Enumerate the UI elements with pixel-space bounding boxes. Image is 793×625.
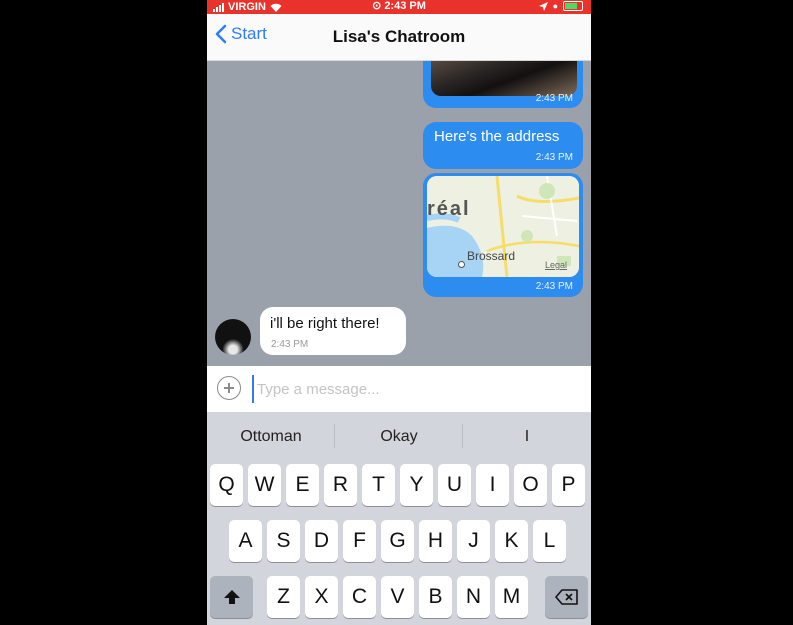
- backspace-icon: [554, 589, 578, 605]
- chat-title: Lisa's Chatroom: [332, 27, 466, 46]
- key-w[interactable]: W: [248, 464, 281, 506]
- key-c[interactable]: C: [343, 576, 376, 618]
- suggestion-2[interactable]: Okay: [335, 428, 463, 446]
- key-x[interactable]: X: [305, 576, 338, 618]
- key-d[interactable]: D: [305, 520, 338, 562]
- phone-screen: VIRGIN ⊙ 2:43 PM ● Start Lisa's Chatroom…: [207, 0, 591, 625]
- map-thumbnail[interactable]: réal Brossard Legal: [427, 176, 579, 277]
- suggestion-bar: Ottoman Okay I: [207, 412, 591, 460]
- key-k[interactable]: K: [495, 520, 528, 562]
- message-time: 2:43 PM: [535, 281, 573, 292]
- map-city-label: Brossard: [467, 249, 516, 263]
- key-y[interactable]: Y: [400, 464, 433, 506]
- map-place-label: réal: [427, 198, 471, 220]
- message-text: i'll be right there!: [270, 315, 380, 332]
- backspace-key[interactable]: [545, 576, 588, 618]
- battery-icon: [563, 1, 583, 11]
- key-l[interactable]: L: [533, 520, 566, 562]
- suggestion-1[interactable]: Ottoman: [207, 428, 335, 446]
- key-q[interactable]: Q: [210, 464, 243, 506]
- key-h[interactable]: H: [419, 520, 452, 562]
- key-o[interactable]: O: [514, 464, 547, 506]
- alarm-icon: ⊙: [372, 0, 382, 12]
- message-time: 2:43 PM: [535, 93, 573, 104]
- status-bar: VIRGIN ⊙ 2:43 PM ●: [207, 0, 591, 14]
- message-input[interactable]: [252, 375, 579, 403]
- suggestion-3[interactable]: I: [463, 428, 591, 446]
- message-list[interactable]: 2:43 PM Here's the address 2:43 PM réal …: [207, 61, 591, 366]
- shift-icon: [223, 590, 240, 604]
- status-time: ⊙ 2:43 PM: [207, 0, 591, 13]
- message-text: Here's the address: [434, 128, 560, 145]
- rotation-lock-icon: ●: [552, 1, 558, 11]
- add-attachment-button[interactable]: [217, 376, 241, 400]
- key-z[interactable]: Z: [267, 576, 300, 618]
- location-icon: [538, 1, 548, 11]
- map-message[interactable]: réal Brossard Legal 2:43 PM: [423, 173, 583, 297]
- incoming-message[interactable]: i'll be right there! 2:43 PM: [260, 307, 406, 355]
- message-time: 2:43 PM: [535, 152, 573, 163]
- message-composer: [207, 366, 591, 413]
- message-time: 2:43 PM: [271, 339, 309, 350]
- photo-thumbnail[interactable]: [431, 61, 577, 96]
- key-g[interactable]: G: [381, 520, 414, 562]
- image-message[interactable]: 2:43 PM: [423, 61, 583, 108]
- clock-label: 2:43 PM: [384, 0, 426, 12]
- navigation-bar: Start Lisa's Chatroom: [207, 14, 591, 61]
- key-b[interactable]: B: [419, 576, 452, 618]
- avatar[interactable]: [215, 319, 251, 355]
- status-right: ●: [538, 1, 583, 11]
- key-a[interactable]: A: [229, 520, 262, 562]
- key-u[interactable]: U: [438, 464, 471, 506]
- keyboard: Ottoman Okay I Q W E R T Y U I O P A S D…: [207, 412, 591, 625]
- key-f[interactable]: F: [343, 520, 376, 562]
- key-r[interactable]: R: [324, 464, 357, 506]
- key-i[interactable]: I: [476, 464, 509, 506]
- key-v[interactable]: V: [381, 576, 414, 618]
- key-t[interactable]: T: [362, 464, 395, 506]
- shift-key[interactable]: [210, 576, 253, 618]
- key-p[interactable]: P: [552, 464, 585, 506]
- map-legal-link[interactable]: Legal: [545, 260, 567, 270]
- key-e[interactable]: E: [286, 464, 319, 506]
- address-message[interactable]: Here's the address 2:43 PM: [423, 122, 583, 169]
- key-n[interactable]: N: [457, 576, 490, 618]
- map-pin-icon: [458, 261, 465, 268]
- key-m[interactable]: M: [495, 576, 528, 618]
- key-j[interactable]: J: [457, 520, 490, 562]
- key-s[interactable]: S: [267, 520, 300, 562]
